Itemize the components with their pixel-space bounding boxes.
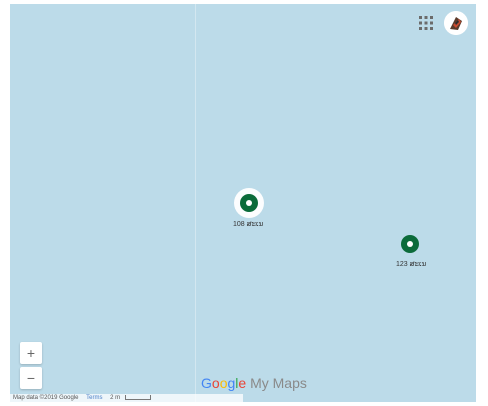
terms-link[interactable]: Terms: [86, 395, 102, 401]
map-marker[interactable]: [401, 235, 419, 253]
zoom-in-button[interactable]: +: [20, 342, 42, 364]
map-marker-selected[interactable]: [234, 188, 264, 218]
map-pin-icon: [240, 194, 258, 212]
scale-bar: [124, 394, 151, 400]
map-canvas[interactable]: 108 ສະເນ 123 ສະເນ + − Google My Maps Map…: [10, 4, 476, 402]
zoom-out-button[interactable]: −: [20, 367, 42, 389]
map-pin-icon: [401, 235, 419, 253]
map-tile-seam: [195, 4, 196, 402]
apps-grid-icon[interactable]: [417, 14, 435, 32]
map-data-attribution: Map data ©2019 Google: [13, 395, 79, 401]
map-footer: Map data ©2019 Google Terms 2 m: [10, 394, 243, 402]
google-my-maps-logo: Google My Maps: [201, 375, 307, 391]
marker-label: 108 ສະເນ: [233, 221, 264, 228]
scale-label: 2 m: [110, 395, 121, 401]
marker-label: 123 ສະເນ: [396, 261, 427, 268]
user-avatar[interactable]: [444, 11, 468, 35]
